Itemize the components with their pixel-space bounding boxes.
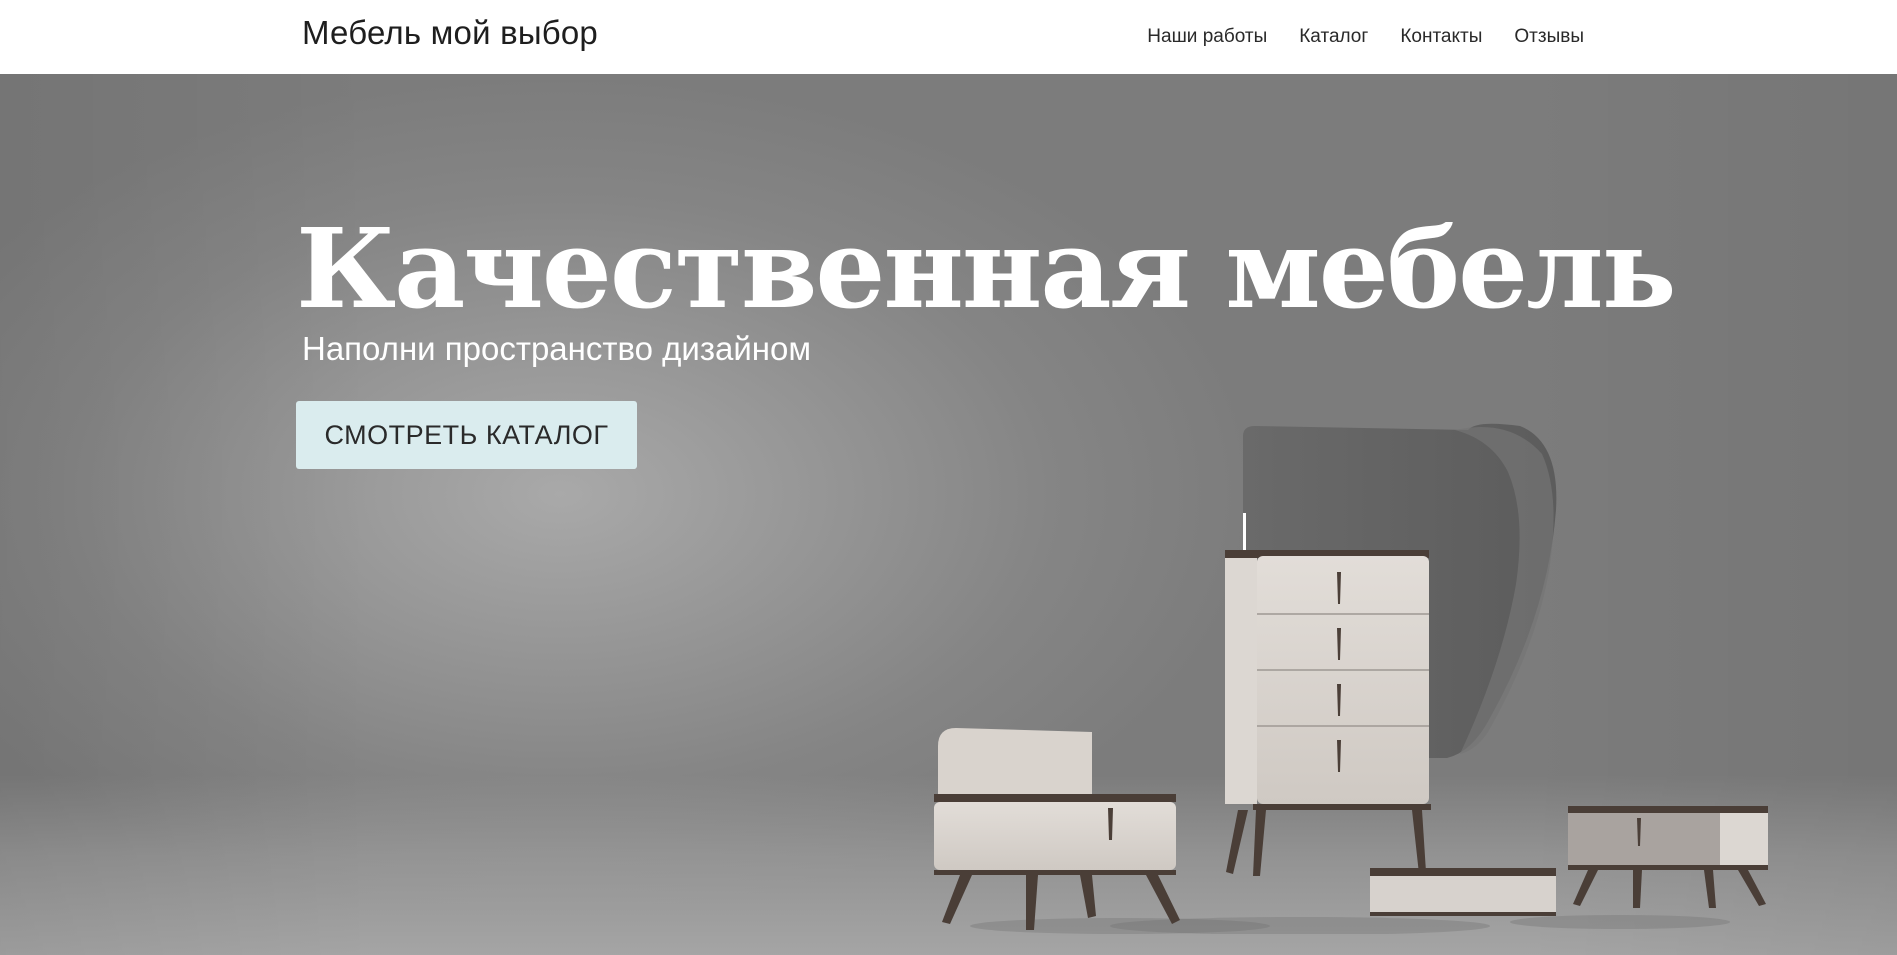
brand-logo-link[interactable]: Мебель мой выбор xyxy=(302,14,598,52)
site-header: Мебель мой выбор Наши работы Каталог Кон… xyxy=(0,0,1897,74)
nav-link-reviews[interactable]: Отзывы xyxy=(1514,26,1584,48)
hero-title: Качественная мебель xyxy=(296,204,1676,333)
nav-link-works[interactable]: Наши работы xyxy=(1147,26,1267,48)
view-catalog-button[interactable]: СМОТРЕТЬ КАТАЛОГ xyxy=(296,401,637,469)
hero-subtitle: Наполни пространство дизайном xyxy=(302,330,812,367)
nav-link-catalog[interactable]: Каталог xyxy=(1299,26,1368,48)
main-nav: Наши работы Каталог Контакты Отзывы xyxy=(1147,26,1584,48)
furniture-set-image xyxy=(934,423,1768,934)
hero-section: Качественная мебель Наполни пространство… xyxy=(0,74,1897,955)
nav-link-contacts[interactable]: Контакты xyxy=(1400,26,1482,48)
